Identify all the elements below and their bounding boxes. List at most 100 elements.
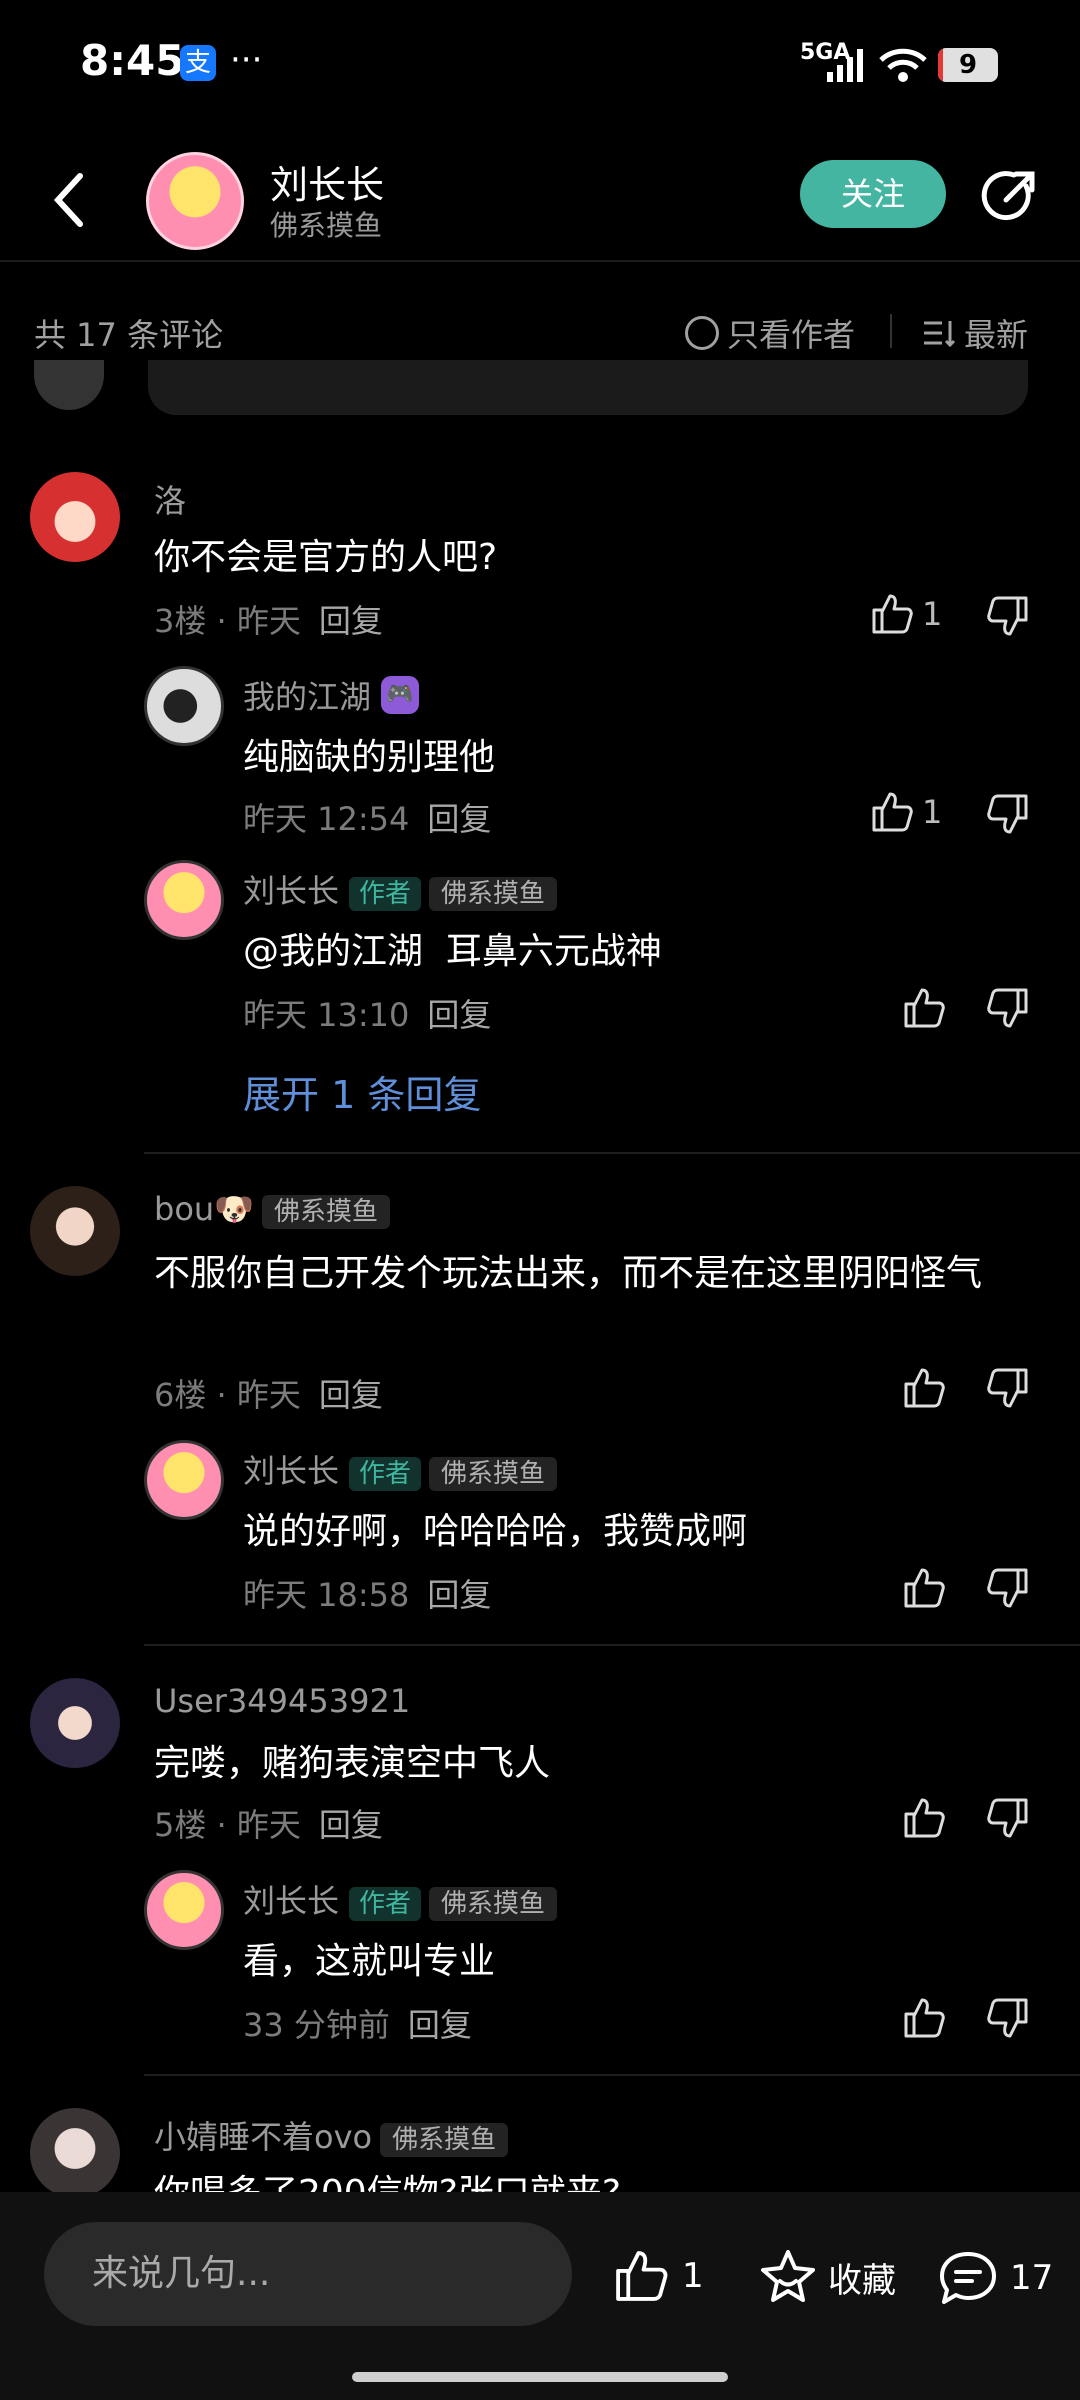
favorite-label: 收藏 xyxy=(828,2260,896,2301)
reply-avatar[interactable] xyxy=(144,1440,224,1520)
thumbs-up-icon xyxy=(872,792,913,832)
signal-icon xyxy=(827,49,863,82)
previous-comment-card xyxy=(148,360,1028,415)
battery-icon: 9 xyxy=(938,48,998,82)
reply-text[interactable]: 说的好啊，哈哈哈哈，我赞成啊 xyxy=(243,1502,747,1562)
reply-meta: 昨天 12:54 回复 xyxy=(243,794,491,840)
filter-separator xyxy=(890,314,892,348)
follow-button[interactable]: 关注 xyxy=(800,160,946,228)
reply-button[interactable]: 回复 xyxy=(319,1376,383,1414)
like-button[interactable]: 1 xyxy=(870,790,942,834)
reply-avatar[interactable] xyxy=(144,1870,224,1950)
top-header: 刘长长 佛系摸鱼 关注 xyxy=(0,130,1080,262)
sort-icon xyxy=(924,321,956,348)
expand-replies-button[interactable]: 展开 1 条回复 xyxy=(243,1064,481,1119)
comment-floor-time: 5楼 · 昨天 xyxy=(154,1806,301,1844)
reply-avatar[interactable] xyxy=(144,860,224,940)
reply-username[interactable]: 我的江湖 xyxy=(243,672,371,718)
like-count: 1 xyxy=(922,595,943,633)
reply-meta: 昨天 13:10 回复 xyxy=(243,990,491,1036)
reply-avatar[interactable] xyxy=(144,666,224,746)
reply-username[interactable]: 刘长长 xyxy=(243,872,339,910)
comment-username[interactable]: 洛 xyxy=(154,476,186,522)
star-icon xyxy=(761,2250,815,2302)
post-like-button[interactable]: 1 xyxy=(610,2248,704,2304)
thumbs-down-icon[interactable] xyxy=(986,594,1030,638)
reply-username[interactable]: 刘长长 xyxy=(243,1882,339,1920)
comment-meta: 3楼 · 昨天 回复 xyxy=(154,596,383,642)
thumbs-up-icon[interactable] xyxy=(902,1366,946,1410)
comment-username[interactable]: User349453921 xyxy=(154,1682,410,1720)
comment-avatar[interactable] xyxy=(30,472,120,562)
like-button[interactable]: 1 xyxy=(870,592,942,636)
reply-button[interactable]: 回复 xyxy=(319,1806,383,1844)
thumbs-up-icon[interactable] xyxy=(902,1796,946,1840)
comment-username-row[interactable]: 小婧睡不着ovo 佛系摸鱼 xyxy=(154,2112,509,2158)
reply-time: 昨天 18:58 xyxy=(243,1576,410,1614)
title-tag: 佛系摸鱼 xyxy=(429,877,558,911)
more-notifications-icon: ··· xyxy=(230,40,263,80)
comment-input[interactable]: 来说几句... xyxy=(44,2222,572,2326)
previous-comment-avatar xyxy=(34,360,104,410)
thumbs-down-icon[interactable] xyxy=(986,986,1030,1030)
comment-text[interactable]: 不服你自己开发个玩法出来，而不是在这里阴阳怪气 xyxy=(154,1244,1034,1304)
reply-button[interactable]: 回复 xyxy=(408,2006,472,2044)
comment-bubble-icon xyxy=(940,2252,996,2304)
comment-username[interactable]: bou🐶 xyxy=(154,1190,254,1228)
comment-divider xyxy=(144,1152,1080,1154)
thumbs-down-icon[interactable] xyxy=(986,1366,1030,1410)
comment-divider xyxy=(144,2074,1080,2076)
reply-username-row[interactable]: 刘长长 作者 佛系摸鱼 xyxy=(243,1446,558,1492)
comment-meta: 5楼 · 昨天 回复 xyxy=(154,1800,383,1846)
share-icon[interactable] xyxy=(980,166,1040,226)
thumbs-down-icon[interactable] xyxy=(986,1996,1030,2040)
thumbs-up-icon[interactable] xyxy=(902,1996,946,2040)
author-tag: 作者 xyxy=(349,1457,422,1491)
thumbs-up-icon[interactable] xyxy=(902,986,946,1030)
status-bar: 8:45 支 ··· 5GA 9 xyxy=(0,0,1080,130)
reply-button[interactable]: 回复 xyxy=(319,602,383,640)
author-tag: 作者 xyxy=(349,877,422,911)
favorite-button[interactable]: 收藏 xyxy=(758,2248,896,2306)
comment-count: 共 17 条评论 xyxy=(34,316,224,354)
reply-username-row[interactable]: 刘长长 作者 佛系摸鱼 xyxy=(243,866,558,912)
comments-button[interactable]: 17 xyxy=(936,2248,1053,2308)
sort-latest-button[interactable]: 最新 xyxy=(922,310,1028,356)
thumbs-up-icon xyxy=(616,2251,668,2301)
battery-number: 9 xyxy=(958,50,978,80)
author-avatar[interactable] xyxy=(146,152,244,250)
comment-floor-time: 6楼 · 昨天 xyxy=(154,1376,301,1414)
reply-button[interactable]: 回复 xyxy=(427,800,491,838)
bottom-action-bar: 来说几句... 1 收藏 17 xyxy=(0,2192,1080,2400)
author-only-toggle[interactable]: 只看作者 xyxy=(685,310,855,356)
back-arrow-icon[interactable] xyxy=(50,170,90,230)
thumbs-up-icon[interactable] xyxy=(902,1566,946,1610)
reply-username[interactable]: 刘长长 xyxy=(243,1452,339,1490)
reply-button[interactable]: 回复 xyxy=(427,1576,491,1614)
comment-text[interactable]: 你不会是官方的人吧? xyxy=(154,528,1034,588)
game-badge-icon: 🎮 xyxy=(381,676,420,714)
thumbs-down-icon[interactable] xyxy=(986,792,1030,836)
comment-avatar[interactable] xyxy=(30,1186,120,1276)
title-tag: 佛系摸鱼 xyxy=(380,2123,509,2157)
reply-text[interactable]: @我的江湖 耳鼻六元战神 xyxy=(243,922,662,982)
home-indicator[interactable] xyxy=(352,2372,728,2382)
thumbs-down-icon[interactable] xyxy=(986,1796,1030,1840)
reply-text[interactable]: 看，这就叫专业 xyxy=(243,1932,495,1992)
reply-username-row[interactable]: 我的江湖 🎮 xyxy=(243,672,420,718)
comment-text[interactable]: 完喽，赌狗表演空中飞人 xyxy=(154,1734,550,1794)
status-time: 8:45 xyxy=(80,36,185,85)
comment-username[interactable]: 小婧睡不着ovo xyxy=(154,2118,372,2156)
title-tag: 佛系摸鱼 xyxy=(429,1887,558,1921)
reply-text[interactable]: 纯脑缺的别理他 xyxy=(243,728,495,788)
reply-button[interactable]: 回复 xyxy=(427,996,491,1034)
comment-avatar[interactable] xyxy=(30,1678,120,1768)
alipay-icon: 支 xyxy=(180,45,216,81)
comments-count: 17 xyxy=(1010,2258,1054,2298)
comment-avatar[interactable] xyxy=(30,2108,120,2198)
reply-username-row[interactable]: 刘长长 作者 佛系摸鱼 xyxy=(243,1876,558,1922)
wifi-icon xyxy=(879,48,927,82)
thumbs-down-icon[interactable] xyxy=(986,1566,1030,1610)
comment-username-row[interactable]: bou🐶 佛系摸鱼 xyxy=(154,1190,391,1229)
author-name[interactable]: 刘长长 xyxy=(270,154,384,209)
